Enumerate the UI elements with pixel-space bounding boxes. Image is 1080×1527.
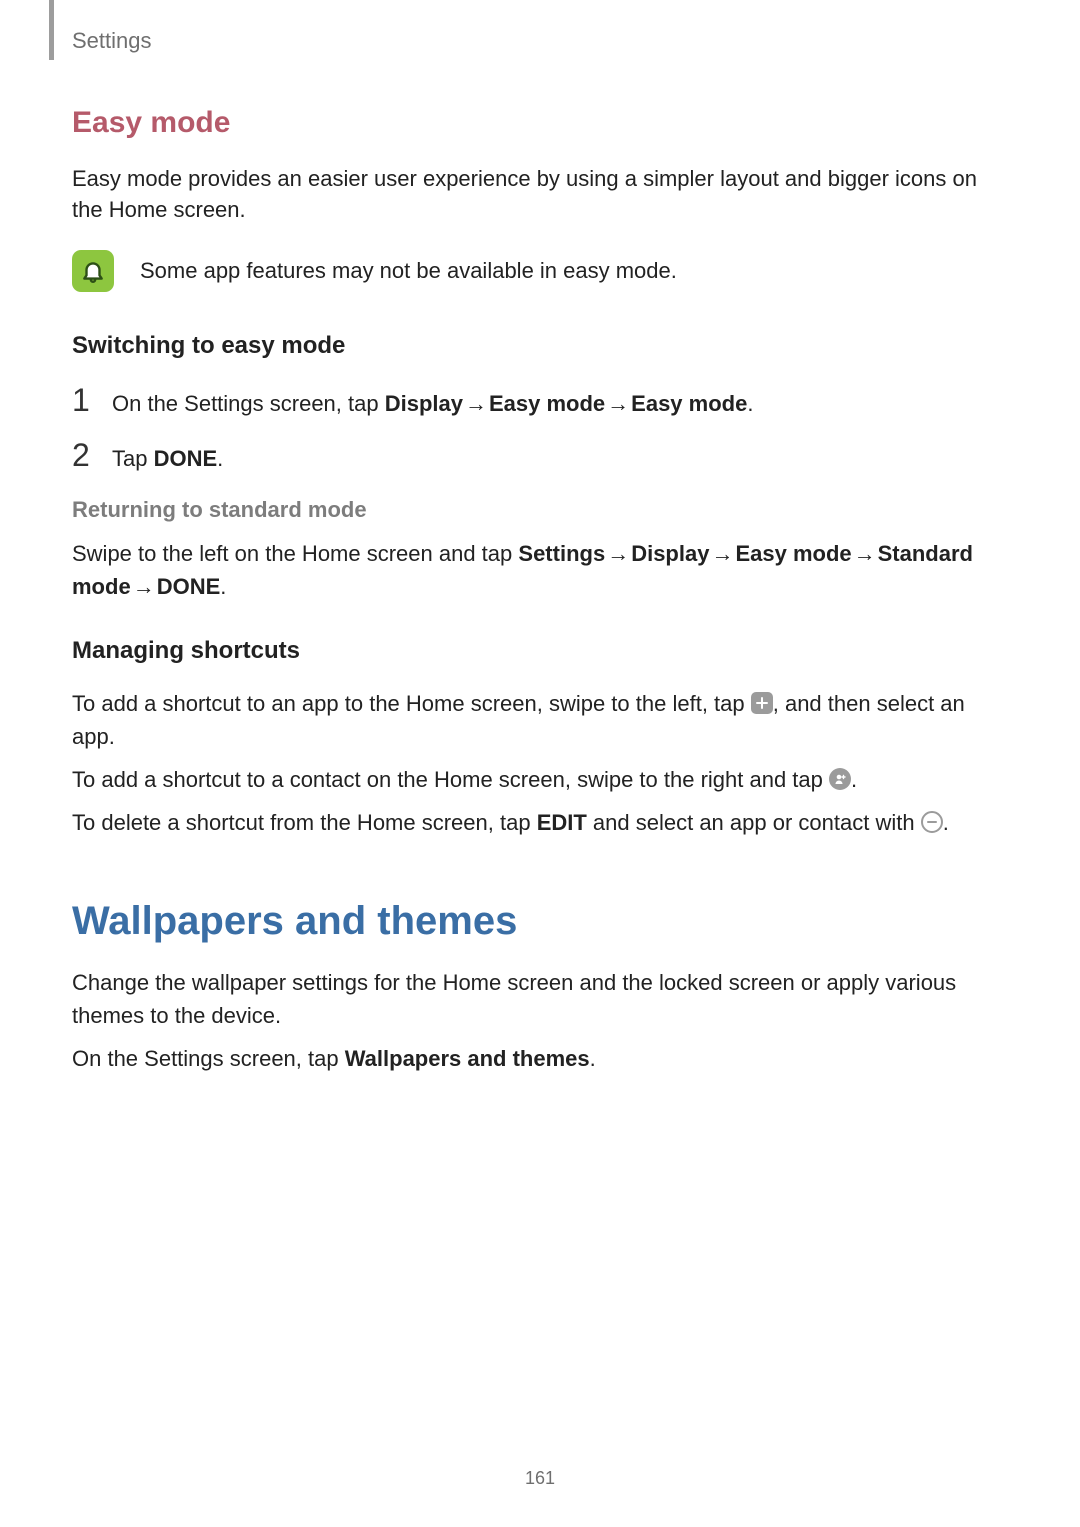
arrow-icon: →	[605, 541, 631, 566]
managing-line1-a: To add a shortcut to an app to the Home …	[72, 691, 751, 716]
easy-mode-intro: Easy mode provides an easier user experi…	[72, 164, 1005, 226]
step-1-text: On the Settings screen, tap Display→Easy…	[112, 389, 753, 420]
returning-p5: DONE	[157, 574, 221, 599]
step1-path3: Easy mode	[631, 391, 747, 416]
arrow-icon: →	[709, 541, 735, 566]
page-number: 161	[0, 1468, 1080, 1489]
returning-suffix: .	[220, 574, 226, 599]
subhead-switching: Switching to easy mode	[72, 332, 1005, 360]
managing-line3-c: .	[943, 810, 949, 835]
managing-line3-b: and select an app or contact with	[587, 810, 921, 835]
minus-circle-icon	[921, 811, 943, 833]
step2-done: DONE	[154, 446, 218, 471]
period: .	[747, 391, 753, 416]
callout-note: Some app features may not be available i…	[72, 250, 1005, 292]
arrow-icon: →	[605, 391, 631, 416]
header-rule	[49, 0, 54, 60]
minorhead-returning: Returning to standard mode	[72, 497, 1005, 523]
managing-line1: To add a shortcut to an app to the Home …	[72, 687, 1005, 753]
returning-p1: Settings	[518, 541, 605, 566]
returning-text: Swipe to the left on the Home screen and…	[72, 537, 1005, 603]
step1-prefix: On the Settings screen, tap	[112, 391, 385, 416]
step1-path2: Easy mode	[489, 391, 605, 416]
managing-line3: To delete a shortcut from the Home scree…	[72, 806, 1005, 839]
managing-line3-a: To delete a shortcut from the Home scree…	[72, 810, 537, 835]
wallpapers-p2-bold: Wallpapers and themes	[345, 1046, 590, 1071]
wallpapers-p1: Change the wallpaper settings for the Ho…	[72, 966, 1005, 1032]
managing-line2-a: To add a shortcut to a contact on the Ho…	[72, 767, 829, 792]
arrow-icon: →	[852, 541, 878, 566]
bell-icon	[72, 250, 114, 292]
step-number-2: 2	[72, 437, 112, 474]
step-2: 2 Tap DONE.	[72, 437, 1005, 475]
step2-suffix: .	[217, 446, 223, 471]
section-title-easy-mode: Easy mode	[72, 106, 1005, 140]
wallpapers-p2-suffix: .	[590, 1046, 596, 1071]
step-2-text: Tap DONE.	[112, 444, 223, 475]
arrow-icon: →	[131, 574, 157, 599]
returning-prefix: Swipe to the left on the Home screen and…	[72, 541, 518, 566]
step-1: 1 On the Settings screen, tap Display→Ea…	[72, 382, 1005, 420]
managing-line2-b: .	[851, 767, 857, 792]
breadcrumb: Settings	[72, 28, 152, 54]
wallpapers-p2: On the Settings screen, tap Wallpapers a…	[72, 1042, 1005, 1075]
plus-square-icon	[751, 692, 773, 714]
managing-line2: To add a shortcut to a contact on the Ho…	[72, 763, 1005, 796]
returning-p3: Easy mode	[735, 541, 851, 566]
arrow-icon: →	[463, 391, 489, 416]
callout-text: Some app features may not be available i…	[140, 258, 677, 284]
wallpapers-p2-prefix: On the Settings screen, tap	[72, 1046, 345, 1071]
subhead-managing: Managing shortcuts	[72, 637, 1005, 665]
returning-p2: Display	[631, 541, 709, 566]
add-contact-icon	[829, 768, 851, 790]
managing-line3-edit: EDIT	[537, 810, 587, 835]
step1-path1: Display	[385, 391, 463, 416]
step-number-1: 1	[72, 382, 112, 419]
section-title-wallpapers: Wallpapers and themes	[72, 899, 1005, 944]
step2-prefix: Tap	[112, 446, 154, 471]
